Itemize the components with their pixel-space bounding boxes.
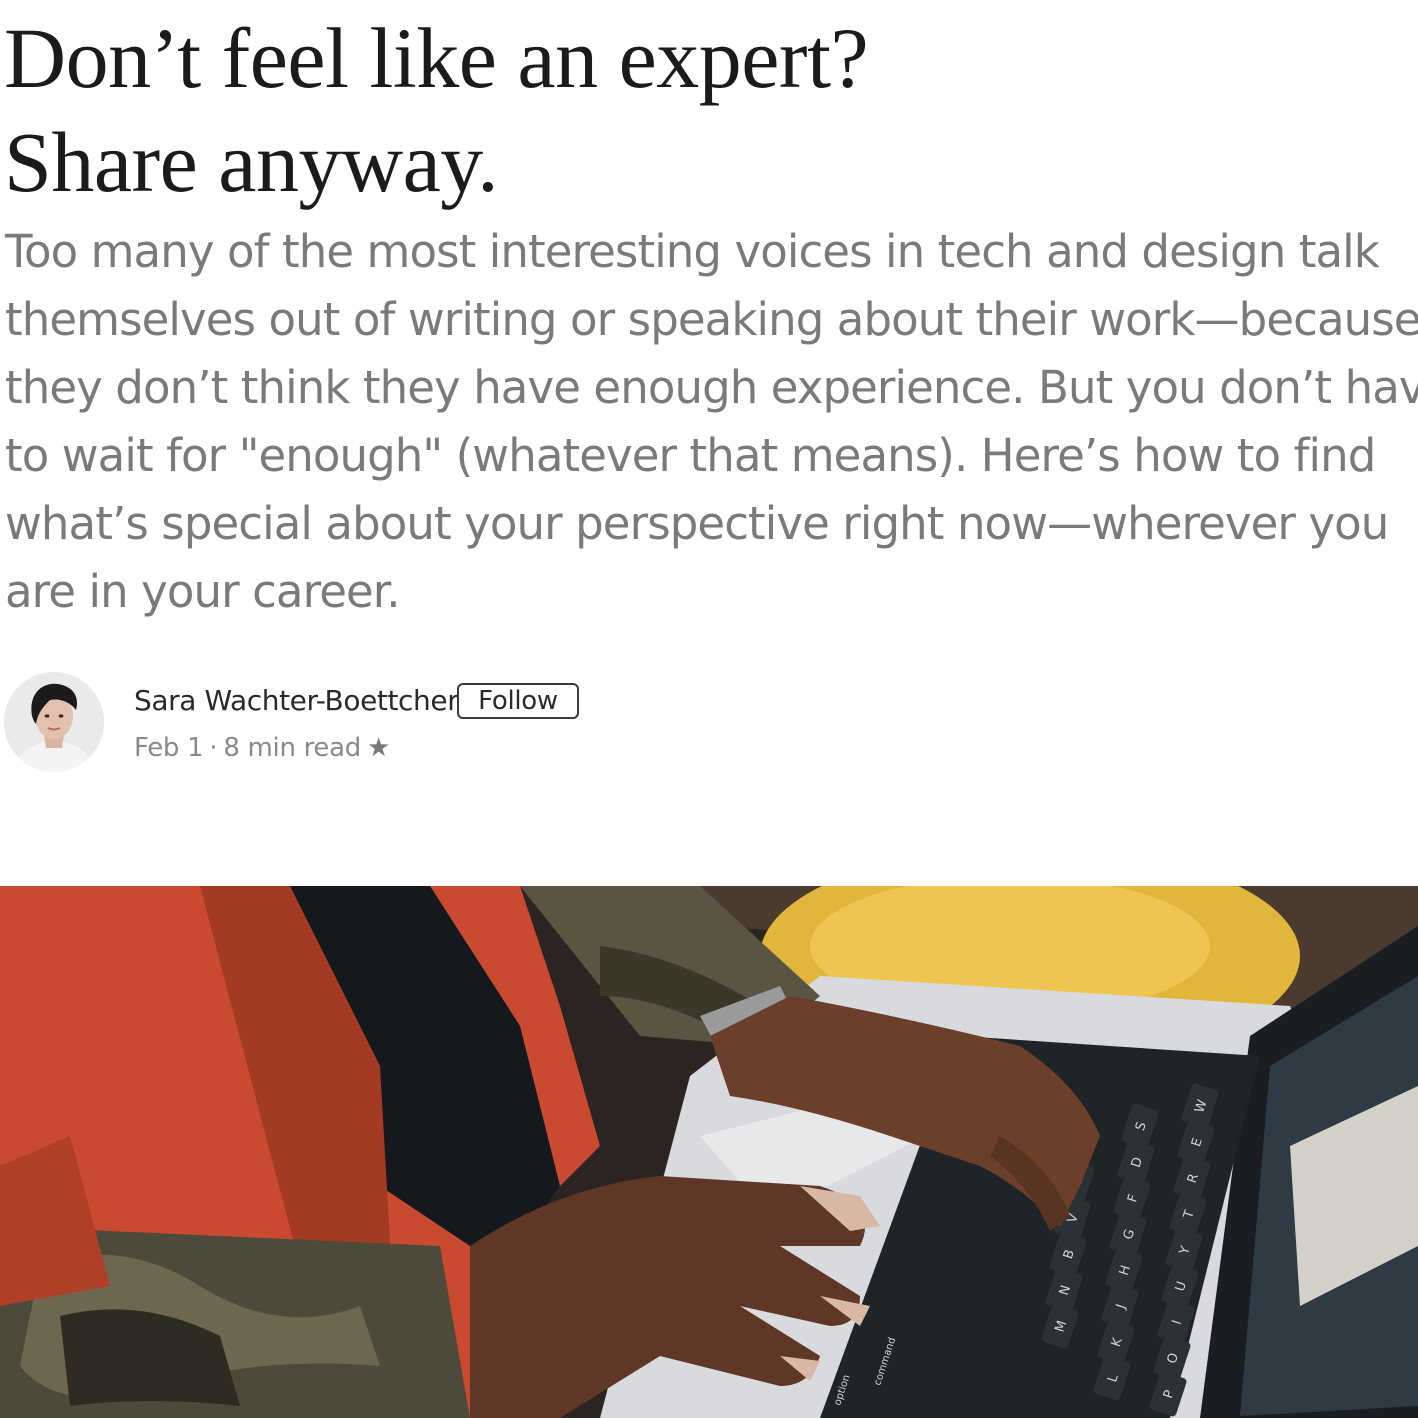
post-date[interactable]: Feb 1 bbox=[134, 733, 204, 763]
read-time: 8 min read bbox=[223, 733, 361, 763]
article-title-line-1: Don’t feel like an expert? bbox=[4, 10, 869, 106]
subtitle-line: what’s special about your perspective ri… bbox=[5, 497, 1389, 550]
author-avatar-image bbox=[4, 672, 104, 772]
subtitle-line: Too many of the most interesting voices … bbox=[5, 225, 1380, 278]
article-subtitle: Too many of the most interesting voices … bbox=[5, 218, 1418, 626]
subtitle-line: they don’t think they have enough experi… bbox=[5, 361, 1418, 414]
subtitle-line: themselves out of writing or speaking ab… bbox=[5, 293, 1418, 346]
article-title: Don’t feel like an expert? Share anyway. bbox=[4, 6, 869, 214]
subtitle-line: to wait for "enough" (whatever that mean… bbox=[5, 429, 1376, 482]
meta-separator: · bbox=[209, 733, 218, 763]
subtitle-line: are in your career. bbox=[5, 565, 401, 618]
author-name-link[interactable]: Sara Wachter-Boettcher bbox=[134, 682, 459, 720]
hero-photo-illustration: WERTYUIOPSDFGHJKLXCVBNMcommandoption bbox=[0, 886, 1418, 1418]
author-avatar[interactable] bbox=[4, 672, 104, 772]
follow-button[interactable]: Follow bbox=[457, 683, 579, 719]
hero-image: WERTYUIOPSDFGHJKLXCVBNMcommandoption bbox=[0, 886, 1418, 1418]
star-icon: ★ bbox=[366, 733, 390, 763]
article-title-line-2: Share anyway. bbox=[4, 114, 499, 210]
post-meta: Feb 1 · 8 min read ★ bbox=[134, 730, 390, 766]
